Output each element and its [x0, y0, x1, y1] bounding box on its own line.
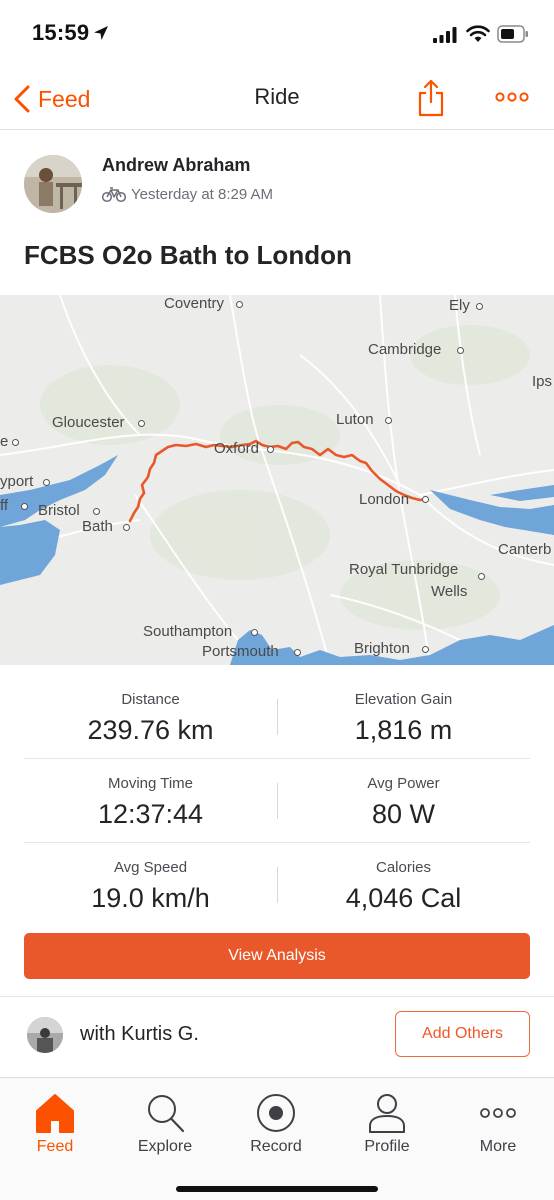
map-dot: [267, 446, 274, 453]
tab-explore[interactable]: Explore: [110, 1086, 220, 1158]
map-dot: [21, 503, 28, 510]
stats-row: Distance 239.76 km Elevation Gain 1,816 …: [24, 675, 530, 759]
companion-avatar[interactable]: [27, 1017, 63, 1053]
tab-profile[interactable]: Profile: [332, 1086, 442, 1158]
activity-time: Yesterday at 8:29 AM: [131, 186, 274, 203]
divider: [0, 996, 554, 997]
map-dot: [422, 646, 429, 653]
map-label-wells: Wells: [431, 583, 468, 600]
home-icon: [36, 1094, 74, 1133]
map-label-luton: Luton: [336, 411, 374, 428]
athlete-name[interactable]: Andrew Abraham: [102, 155, 250, 176]
avatar[interactable]: [24, 155, 82, 213]
stat-elevation-gain: Elevation Gain 1,816 m: [277, 675, 530, 759]
map-label-southampton: Southampton: [143, 623, 233, 640]
stats-row: Moving Time 12:37:44 Avg Power 80 W: [24, 759, 530, 843]
share-icon[interactable]: [416, 78, 446, 118]
map-label-cambridge: Cambridge: [368, 341, 442, 358]
map-dot: [251, 629, 258, 636]
view-analysis-button[interactable]: View Analysis: [24, 933, 530, 979]
stat-label: Elevation Gain: [354, 691, 453, 708]
map-dot: [43, 479, 50, 486]
stat-avg-speed: Avg Speed 19.0 km/h: [24, 843, 277, 927]
wifi-icon: [466, 25, 490, 42]
stat-value: 19.0 km/h: [91, 883, 210, 913]
map-label-coventry: Coventry: [164, 295, 225, 312]
stat-value: 239.76 km: [87, 715, 214, 745]
map-label-canterb: Canterb: [498, 541, 552, 558]
avatar-photo: [24, 155, 82, 213]
tab-label: Feed: [36, 1138, 74, 1155]
status-time: 15:59: [32, 20, 90, 45]
map-dot: [478, 573, 485, 580]
stat-label: Avg Power: [367, 775, 440, 792]
more-icon: [480, 1108, 516, 1118]
location-arrow-icon: [94, 26, 108, 40]
map-label-gloucester: Gloucester: [52, 414, 125, 431]
status-bar: 15:59: [0, 0, 554, 68]
map-dot: [12, 439, 19, 446]
map-dot: [422, 496, 429, 503]
map-dot: [457, 347, 464, 354]
battery-icon: [497, 25, 528, 43]
nav-bar: Feed Ride: [0, 68, 554, 130]
record-icon: [257, 1094, 295, 1132]
stat-value: 4,046 Cal: [345, 883, 462, 913]
bike-icon: [102, 187, 126, 203]
map-dot: [385, 417, 392, 424]
stat-distance: Distance 239.76 km: [24, 675, 277, 759]
search-icon: [148, 1095, 185, 1133]
map-dot: [93, 508, 100, 515]
profile-icon: [369, 1094, 405, 1133]
map-label-e: e: [0, 433, 9, 450]
activity-title: FCBS O2o Bath to London: [24, 240, 352, 270]
stat-value: 1,816 m: [354, 715, 453, 745]
home-indicator: [176, 1186, 378, 1192]
map-label-portsmouth: Portsmouth: [202, 643, 279, 660]
page-title: Ride: [254, 84, 300, 109]
stat-value: 12:37:44: [97, 799, 204, 829]
tab-label: Explore: [137, 1138, 193, 1155]
stat-avg-power: Avg Power 80 W: [277, 759, 530, 843]
tab-label: More: [479, 1138, 517, 1155]
stat-label: Distance: [121, 691, 180, 708]
tab-more[interactable]: More: [443, 1086, 553, 1158]
tab-feed[interactable]: Feed: [0, 1086, 110, 1158]
map-dot: [138, 420, 145, 427]
stat-value: 80 W: [371, 799, 436, 829]
stat-calories: Calories 4,046 Cal: [277, 843, 530, 927]
map-dot: [476, 303, 483, 310]
map-dot: [294, 649, 301, 656]
stats-row: Avg Speed 19.0 km/h Calories 4,046 Cal: [24, 843, 530, 927]
map-label-oxford: Oxford: [214, 440, 260, 457]
map-label-ips: Ips: [532, 373, 553, 390]
map-label-yport: yport: [0, 473, 34, 490]
tab-bar: Feed Explore Record Profile More: [0, 1077, 554, 1200]
tab-label: Profile: [364, 1138, 410, 1155]
route-map[interactable]: Coventry Ely Cambridge Ips Gloucester Lu…: [0, 295, 554, 665]
map-canvas: [0, 295, 554, 665]
map-label-ely: Ely: [449, 297, 470, 314]
signal-icon: [433, 27, 457, 43]
map-label-brighton: Brighton: [354, 640, 410, 657]
map-label-london: London: [359, 491, 410, 508]
stat-label: Avg Speed: [113, 859, 188, 876]
companion-avatar-photo: [27, 1017, 63, 1053]
map-label-ff: ff: [0, 497, 9, 514]
stat-label: Moving Time: [107, 775, 194, 792]
stat-label: Calories: [375, 859, 432, 876]
stat-moving-time: Moving Time 12:37:44: [24, 759, 277, 843]
map-dot: [236, 301, 243, 308]
tab-label: Record: [250, 1138, 302, 1155]
tab-record[interactable]: Record: [221, 1086, 331, 1158]
with-athletes-label[interactable]: with Kurtis G.: [80, 1023, 199, 1046]
map-label-royal-tunbridge: Royal Tunbridge: [349, 561, 459, 578]
add-others-button[interactable]: Add Others: [395, 1011, 530, 1057]
map-dot: [123, 524, 130, 531]
more-icon[interactable]: [495, 90, 529, 104]
map-label-bath: Bath: [82, 518, 113, 535]
map-label-bristol: Bristol: [38, 502, 80, 519]
